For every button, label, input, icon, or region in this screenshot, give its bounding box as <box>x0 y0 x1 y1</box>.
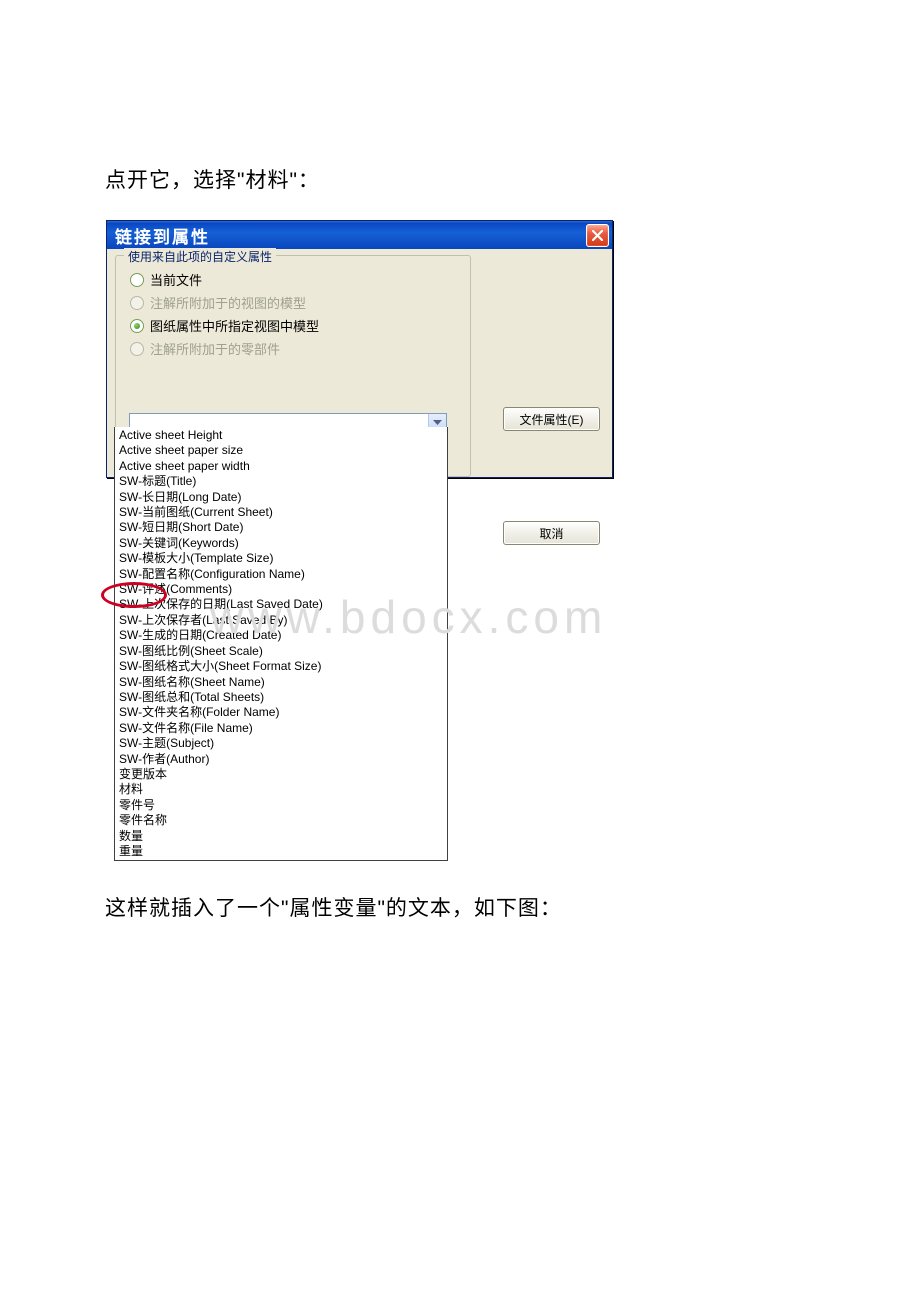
close-icon <box>592 230 603 241</box>
list-item[interactable]: SW-长日期(Long Date) <box>115 490 447 505</box>
dialog-title: 链接到属性 <box>115 223 210 248</box>
titlebar[interactable]: 链接到属性 <box>107 221 612 249</box>
list-item[interactable]: SW-上次保存的日期(Last Saved Date) <box>115 597 447 612</box>
list-item[interactable]: 变更版本 <box>115 767 447 782</box>
list-item[interactable]: SW-主题(Subject) <box>115 736 447 751</box>
radio-icon <box>130 296 144 310</box>
radio-label: 当前文件 <box>150 270 202 289</box>
close-button[interactable] <box>586 224 609 247</box>
list-item[interactable]: SW-图纸格式大小(Sheet Format Size) <box>115 659 447 674</box>
dialog-body: 使用来自此项的自定义属性 当前文件 注解所附加于的视图的模型 图纸属性中所指定视… <box>107 249 612 477</box>
radio-icon <box>130 273 144 287</box>
radio-label: 注解所附加于的零部件 <box>150 339 280 358</box>
radio-sheet-specified-model[interactable]: 图纸属性中所指定视图中模型 <box>130 316 460 335</box>
property-listbox[interactable]: Active sheet Height Active sheet paper s… <box>114 427 448 861</box>
list-item[interactable]: Active sheet paper size <box>115 443 447 458</box>
intro-paragraph: 点开它，选择"材料"： <box>105 164 320 194</box>
list-item[interactable]: 重量 <box>115 844 447 859</box>
radio-icon <box>130 319 144 333</box>
list-item[interactable]: SW-文件夹名称(Folder Name) <box>115 705 447 720</box>
list-item[interactable]: 零件号 <box>115 798 447 813</box>
list-item[interactable]: SW-上次保存者(Last Saved By) <box>115 613 447 628</box>
list-item[interactable]: Active sheet Height <box>115 428 447 443</box>
list-item[interactable]: SW-当前图纸(Current Sheet) <box>115 505 447 520</box>
list-item[interactable]: SW-短日期(Short Date) <box>115 520 447 535</box>
list-item[interactable]: SW-文件名称(File Name) <box>115 721 447 736</box>
list-item[interactable]: 数量 <box>115 829 447 844</box>
link-to-property-dialog: 链接到属性 使用来自此项的自定义属性 当前文件 注解所附加于的视图的模型 图纸属… <box>106 220 613 478</box>
list-item[interactable]: SW-评述(Comments) <box>115 582 447 597</box>
list-item[interactable]: SW-图纸比例(Sheet Scale) <box>115 644 447 659</box>
list-item[interactable]: SW-标题(Title) <box>115 474 447 489</box>
cancel-button[interactable]: 取消 <box>503 521 600 545</box>
list-item[interactable]: SW-图纸名称(Sheet Name) <box>115 675 447 690</box>
file-properties-button[interactable]: 文件属性(E) <box>503 407 600 431</box>
list-item[interactable]: SW-关键词(Keywords) <box>115 536 447 551</box>
outro-paragraph: 这样就插入了一个"属性变量"的文本，如下图： <box>105 892 562 922</box>
list-item[interactable]: SW-图纸总和(Total Sheets) <box>115 690 447 705</box>
list-item[interactable]: SW-模板大小(Template Size) <box>115 551 447 566</box>
group-legend: 使用来自此项的自定义属性 <box>124 248 276 265</box>
list-item[interactable]: 零件名称 <box>115 813 447 828</box>
side-buttons: 文件属性(E) 取消 <box>503 407 600 635</box>
radio-label: 图纸属性中所指定视图中模型 <box>150 316 319 335</box>
list-item[interactable]: Active sheet paper width <box>115 459 447 474</box>
chevron-down-icon <box>433 420 442 426</box>
radio-label: 注解所附加于的视图的模型 <box>150 293 306 312</box>
radio-current-file[interactable]: 当前文件 <box>130 270 460 289</box>
radio-annotation-component: 注解所附加于的零部件 <box>130 339 460 358</box>
list-item[interactable]: SW-配置名称(Configuration Name) <box>115 567 447 582</box>
list-item-material[interactable]: 材料 <box>115 782 447 797</box>
radio-annotation-view-model: 注解所附加于的视图的模型 <box>130 293 460 312</box>
list-item[interactable]: SW-作者(Author) <box>115 752 447 767</box>
list-item[interactable]: SW-生成的日期(Created Date) <box>115 628 447 643</box>
radio-icon <box>130 342 144 356</box>
